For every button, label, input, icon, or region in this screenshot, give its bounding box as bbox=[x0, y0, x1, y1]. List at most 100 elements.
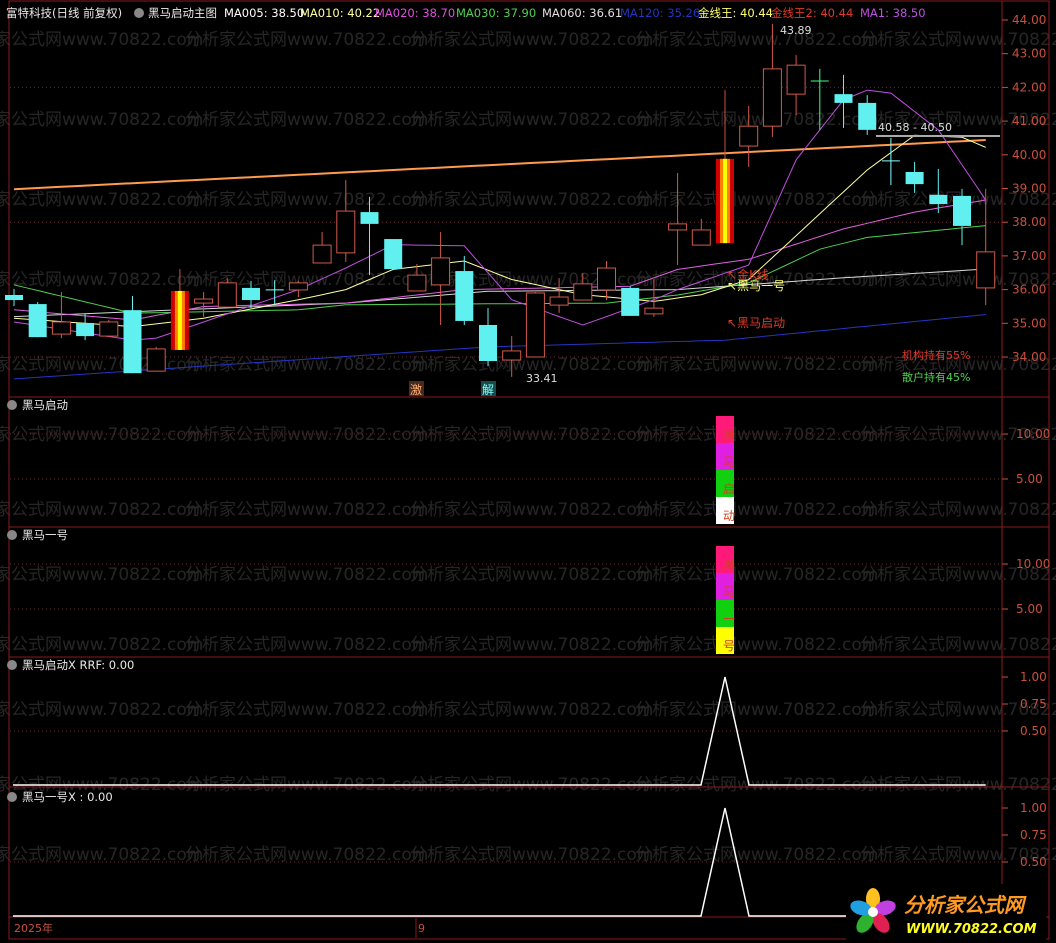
watermark-text: 分析家公式网www.70822.com bbox=[0, 110, 203, 130]
candle-body-down bbox=[858, 102, 877, 130]
indicator-0: MA005: 38.50 bbox=[224, 6, 304, 20]
y-tick-label: 34.00 bbox=[1012, 350, 1046, 364]
ji-label: 激 bbox=[410, 383, 422, 397]
indicator-8: MA1: 38.50 bbox=[860, 6, 926, 20]
candle-body-up bbox=[336, 210, 356, 254]
panel5-title: 黑马一号X : 0.00 bbox=[22, 790, 113, 804]
y-tick-label: 10.00 bbox=[1016, 427, 1050, 441]
watermark-text: 分析家公式网www.70822.com bbox=[0, 565, 203, 585]
candle bbox=[146, 346, 166, 372]
candle-body-up bbox=[502, 350, 522, 361]
watermark-text: 分析家公式网www.70822.com bbox=[185, 565, 428, 585]
candle-body-up bbox=[786, 64, 806, 95]
panel-menu-icon[interactable] bbox=[7, 792, 17, 802]
high-price-label: 43.89 bbox=[780, 24, 812, 37]
candle-body-down bbox=[384, 239, 403, 270]
formula-dropdown-icon[interactable] bbox=[134, 8, 144, 18]
logo-url: WWW.70822.COM bbox=[906, 922, 1037, 937]
watermark-text: 分析家公式网www.70822.com bbox=[0, 190, 203, 210]
formula-name[interactable]: 黑马启动主图 bbox=[148, 6, 217, 20]
panel-menu-icon[interactable] bbox=[7, 530, 17, 540]
y-tick-label: 38.00 bbox=[1012, 215, 1046, 229]
watermark-text: 分析家公式网www.70822.com bbox=[635, 700, 878, 720]
candle-body-down bbox=[953, 195, 971, 226]
logo-name: 分析家公式网 bbox=[904, 893, 1027, 917]
candle bbox=[28, 302, 47, 338]
indicator-4: MA060: 36.61 bbox=[542, 6, 622, 20]
candle-body-down bbox=[28, 304, 47, 338]
indicator-7: 金线王2: 40.44 bbox=[771, 6, 853, 20]
watermark-text: 分析家公式网www.70822.com bbox=[635, 425, 878, 445]
low-price-label: 33.41 bbox=[526, 372, 558, 385]
y-tick-label: 41.00 bbox=[1012, 114, 1046, 128]
y-tick-label: 5.00 bbox=[1016, 472, 1043, 486]
watermark-text: 分析家公式网www.70822.com bbox=[635, 500, 878, 520]
candle-body-down bbox=[929, 194, 948, 205]
candle-body-up bbox=[217, 282, 237, 308]
signal-bar-char: 号 bbox=[723, 639, 735, 653]
y-tick-label: 0.50 bbox=[1020, 724, 1047, 738]
indicator-6: 金线王: 40.44 bbox=[698, 6, 773, 20]
panel2-title: 黑马启动 bbox=[22, 398, 68, 412]
signal-bar-char: 黑 bbox=[723, 558, 735, 572]
heima-start-label: ↖黑马启动 bbox=[727, 316, 785, 330]
watermark-text: 分析家公式网www.70822.com bbox=[185, 425, 428, 445]
watermark-text: 分析家公式网www.70822.com bbox=[0, 425, 203, 445]
panel4-title: 黑马启动X RRF: 0.00 bbox=[22, 658, 134, 672]
watermark-text: 分析家公式网www.70822.com bbox=[0, 635, 203, 655]
panel-menu-icon[interactable] bbox=[7, 660, 17, 670]
watermark-text: 分析家公式网www.70822.com bbox=[635, 355, 878, 375]
stock-chart[interactable]: 分析家公式网www.70822.com分析家公式网www.70822.com分析… bbox=[0, 0, 1056, 943]
watermark-text: 分析家公式网www.70822.com bbox=[410, 30, 653, 50]
y-tick-label: 44.00 bbox=[1012, 13, 1046, 27]
y-tick-label: 35.00 bbox=[1012, 316, 1046, 330]
candle-body-down bbox=[455, 271, 474, 321]
candle-body-down bbox=[905, 171, 924, 185]
date-month: 9 bbox=[418, 922, 425, 935]
watermark-text: 分析家公式网www.70822.com bbox=[410, 635, 653, 655]
candle-body-up bbox=[668, 223, 688, 231]
candle-body-up bbox=[762, 68, 782, 127]
y-tick-label: 1.00 bbox=[1020, 801, 1047, 815]
candle-body-up bbox=[691, 229, 711, 246]
candle-body-down bbox=[621, 287, 640, 316]
panel-menu-icon[interactable] bbox=[7, 400, 17, 410]
watermark-text: 分析家公式网www.70822.com bbox=[0, 30, 203, 50]
panel3-title: 黑马一号 bbox=[22, 528, 68, 542]
candle-body-up bbox=[976, 251, 996, 289]
watermark-text: 分析家公式网www.70822.com bbox=[410, 565, 653, 585]
candle-body-down bbox=[5, 294, 23, 301]
candle-body-up bbox=[312, 244, 332, 264]
y-tick-label: 42.00 bbox=[1012, 80, 1046, 94]
candle-body-up bbox=[288, 282, 308, 291]
stock-name[interactable]: 富特科技(日线 前复权) bbox=[6, 6, 122, 20]
candle-body-up bbox=[431, 257, 451, 286]
signal-bar-char: 马 bbox=[723, 585, 735, 599]
signal-bar-char: 动 bbox=[723, 509, 735, 523]
y-tick-label: 1.00 bbox=[1020, 670, 1047, 684]
watermark-text: 分析家公式网www.70822.com bbox=[635, 565, 878, 585]
candle-body-up bbox=[597, 267, 616, 291]
candle-body-up bbox=[573, 283, 593, 301]
candle-body-down bbox=[76, 322, 95, 337]
heima-1-label: ↖黑马一号 bbox=[727, 279, 785, 293]
y-tick-label: 0.75 bbox=[1020, 828, 1047, 842]
watermark-text: 分析家公式网www.70822.com bbox=[410, 500, 653, 520]
candle bbox=[621, 286, 640, 316]
watermark-text: 分析家公式网www.70822.com bbox=[635, 635, 878, 655]
candle bbox=[99, 319, 119, 337]
y-tick-label: 39.00 bbox=[1012, 182, 1046, 196]
indicator-3: MA030: 37.90 bbox=[456, 6, 536, 20]
candle-body-up bbox=[194, 298, 214, 304]
retail-holding: 散户持有45% bbox=[902, 370, 970, 384]
candle-body-up bbox=[51, 321, 71, 335]
candle-body-up bbox=[644, 307, 664, 315]
y-tick-label: 43.00 bbox=[1012, 47, 1046, 61]
watermark-text: 分析家公式网www.70822.com bbox=[185, 110, 428, 130]
watermark-text: 分析家公式网www.70822.com bbox=[410, 700, 653, 720]
candle-body-up bbox=[739, 125, 759, 147]
indicator-5: MA120: 35.26 bbox=[620, 6, 700, 20]
signal-bar-char: 启 bbox=[723, 482, 735, 496]
candle-body-down bbox=[123, 310, 142, 374]
y-tick-label: 37.00 bbox=[1012, 249, 1046, 263]
